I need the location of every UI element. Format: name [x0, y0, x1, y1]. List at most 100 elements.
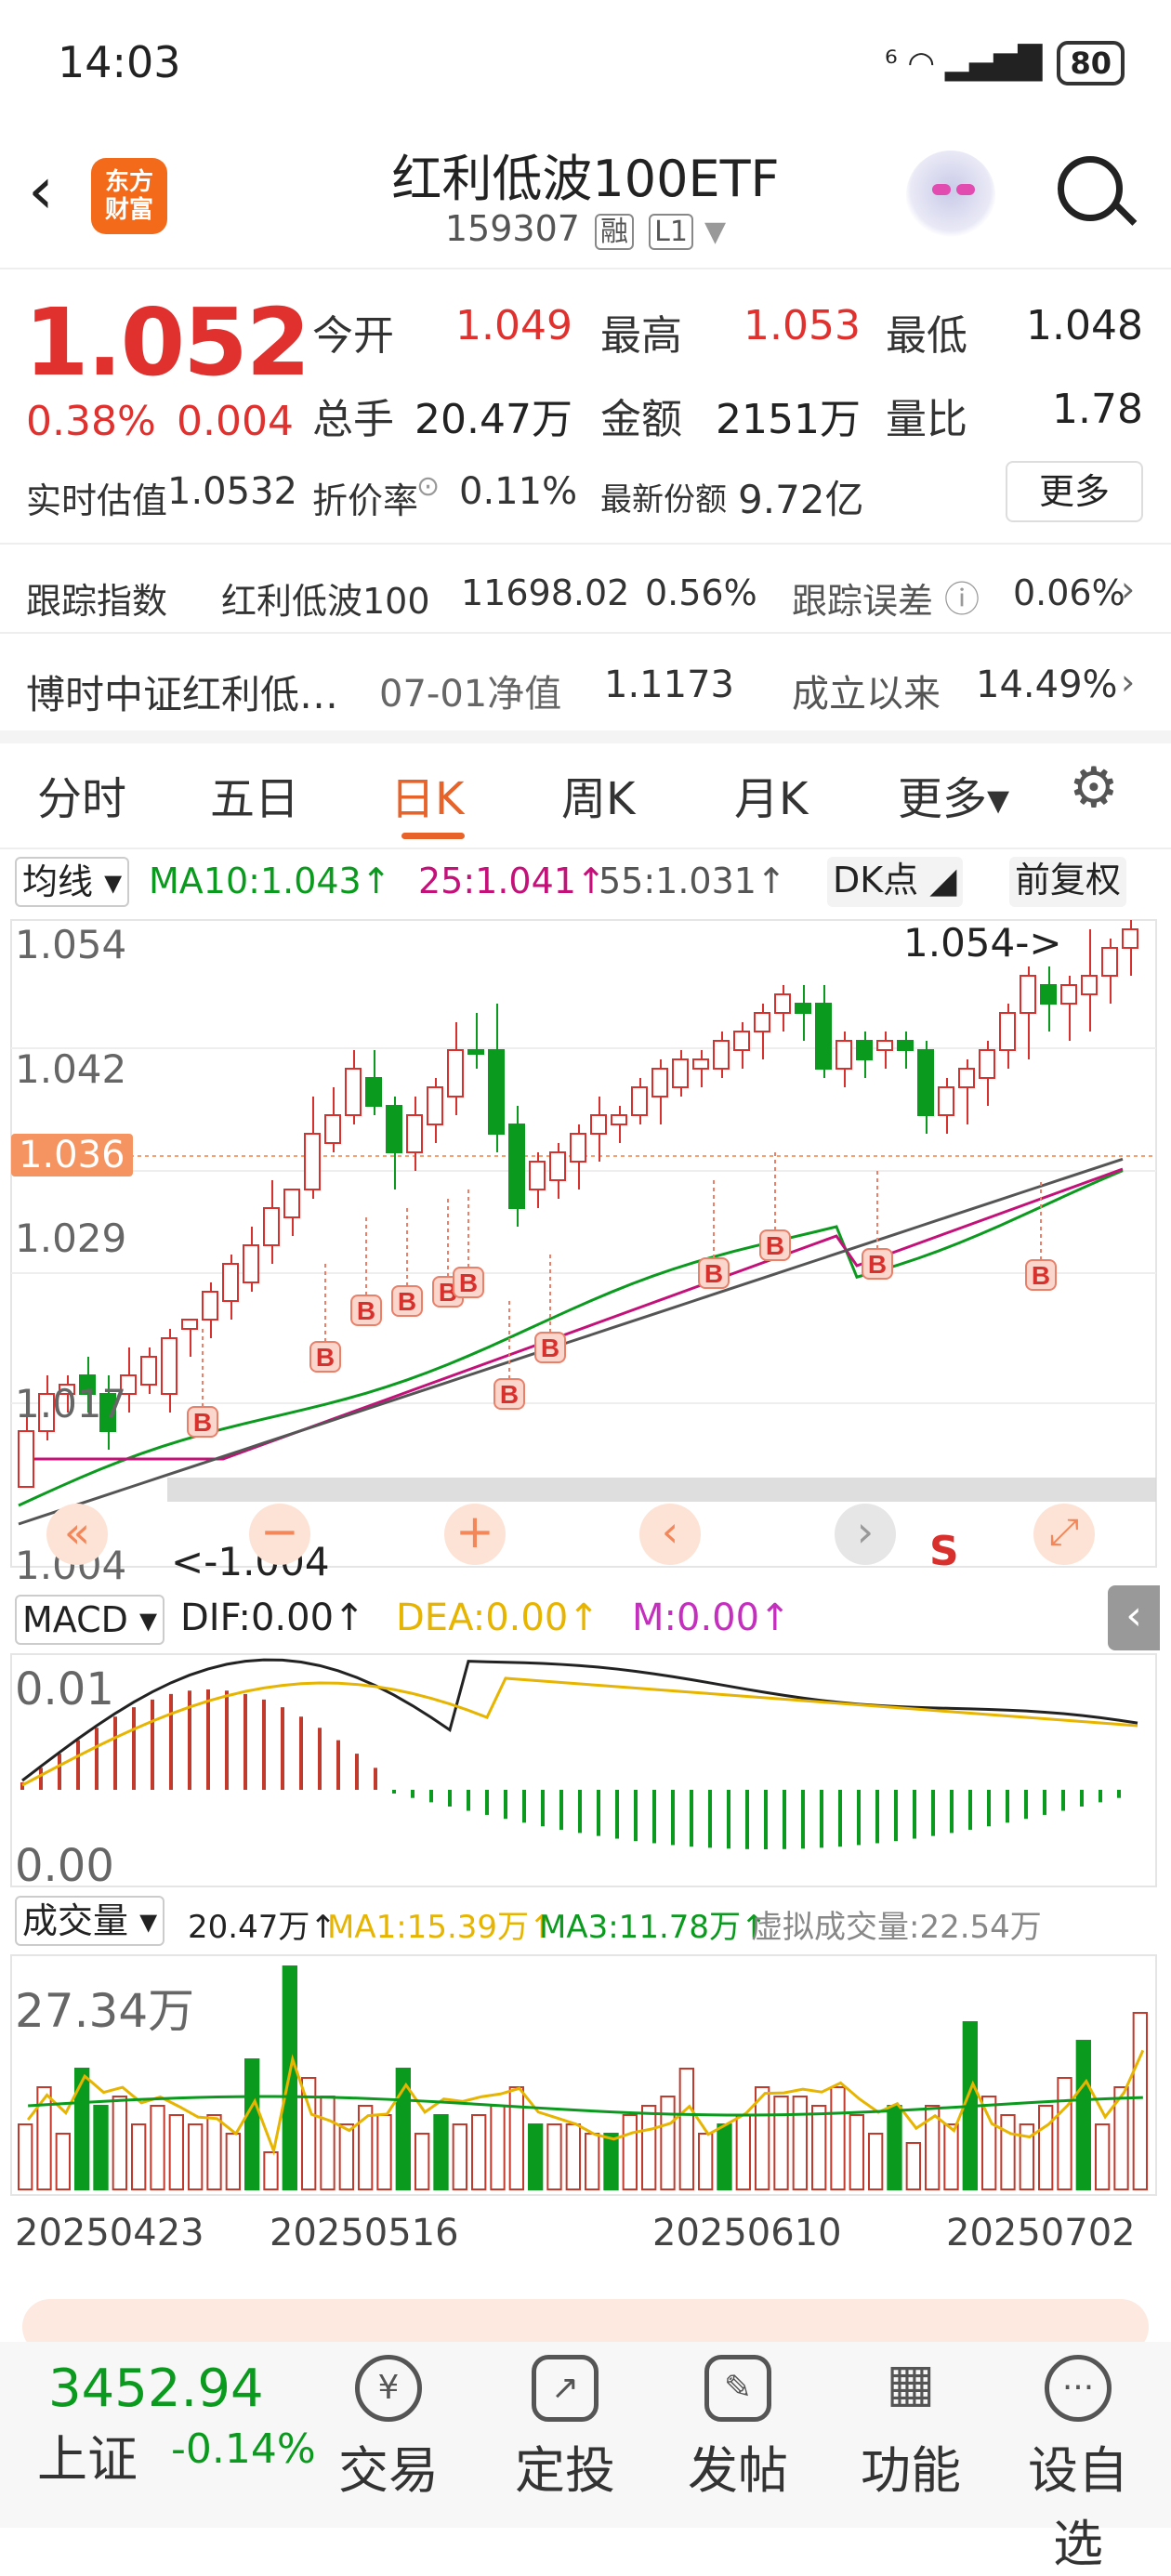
y-tick-label: 1.042 — [15, 1046, 127, 1092]
volume-bar — [131, 2123, 147, 2190]
sell-marker: S — [929, 1528, 959, 1575]
candle-body — [1020, 975, 1036, 1014]
volume-bar — [338, 2123, 354, 2190]
tab-daily-k[interactable]: 日K — [390, 762, 464, 827]
volume-label: 总手 — [312, 396, 394, 443]
candle-body — [590, 1114, 607, 1135]
buy-marker-label: B — [766, 1231, 784, 1260]
dk-point-button[interactable]: DK点 ◢ — [827, 857, 963, 907]
tab-five-day[interactable]: 五日 — [210, 762, 299, 827]
change-value: 0.004 — [177, 398, 294, 445]
amount-label: 金额 — [600, 396, 682, 443]
tracking-error-label: 跟踪误差 — [792, 581, 934, 622]
info-icon[interactable]: ⊙ — [416, 470, 440, 503]
adjust-button[interactable]: 前复权 — [1009, 857, 1127, 907]
fast-back-icon[interactable]: « — [46, 1504, 108, 1565]
active-tab-indicator — [401, 833, 465, 839]
zoom-in-icon[interactable]: + — [444, 1504, 506, 1565]
scroll-bar[interactable] — [167, 1478, 1156, 1502]
candle-body — [958, 1068, 975, 1088]
chevron-right-icon[interactable]: › — [1121, 662, 1135, 703]
buy-marker-label: B — [500, 1380, 519, 1409]
ratio-label: 量比 — [886, 396, 967, 443]
volume-bar — [698, 2133, 714, 2190]
volume-bar — [792, 2096, 809, 2190]
candle-body — [672, 1058, 689, 1088]
function-icon: ▦ — [886, 2353, 936, 2413]
candle-body — [140, 1356, 157, 1386]
search-icon[interactable] — [1058, 156, 1123, 221]
collapse-icon[interactable]: ‹ — [1108, 1585, 1160, 1650]
prev-icon[interactable]: ‹ — [639, 1504, 701, 1565]
volume-bar — [168, 2114, 185, 2190]
volume-bar — [1132, 2012, 1148, 2190]
signal-icon: ⁶ ◠ ▂▄▆█ — [884, 45, 1043, 82]
candle-body — [876, 1040, 893, 1051]
volume-bar — [206, 2114, 222, 2190]
volume-bar — [471, 2114, 487, 2190]
volume-bar — [905, 2142, 922, 2190]
nav-invest[interactable]: ↗ 定投 — [491, 2342, 639, 2503]
volume-ma3: MA3:11.78万↑ — [539, 1909, 768, 1946]
candle-body — [447, 1049, 464, 1097]
fund-code[interactable]: 159307 融 L1 ▼ — [0, 208, 1171, 250]
ma55-value: 55:1.031↑ — [599, 861, 786, 901]
index-value[interactable]: 3452.94 — [48, 2359, 264, 2419]
volume-bar — [546, 2123, 562, 2190]
candle-body — [161, 1337, 178, 1395]
since-label: 成立以来 — [792, 673, 941, 716]
candle-body — [1040, 984, 1057, 1005]
tab-weekly-k[interactable]: 周K — [561, 762, 635, 827]
chevron-right-icon[interactable]: › — [1121, 569, 1135, 610]
zoom-out-icon[interactable]: − — [249, 1504, 310, 1565]
watchlist-icon: ··· — [1045, 2355, 1112, 2422]
current-price-marker: 1.036 — [11, 1134, 133, 1176]
tab-intraday[interactable]: 分时 — [37, 762, 126, 827]
candle-body — [365, 1077, 382, 1107]
nav-post[interactable]: ✎ 发帖 — [664, 2342, 812, 2503]
since-value: 14.49% — [976, 664, 1118, 706]
volume-bar — [565, 2123, 582, 2190]
candle-body — [222, 1263, 239, 1302]
candle-body — [202, 1291, 218, 1321]
volume-ma1: MA1:15.39万↑ — [327, 1909, 556, 1946]
candle-body — [979, 1049, 995, 1079]
macd-chart[interactable] — [0, 1650, 1171, 1892]
help-icon[interactable]: ⓘ — [944, 571, 980, 622]
next-icon[interactable]: › — [835, 1504, 896, 1565]
gear-icon[interactable]: ⚙ — [1069, 760, 1119, 816]
candle-body — [897, 1040, 914, 1051]
nav-trade[interactable]: ¥ 交易 — [314, 2342, 463, 2503]
macd-select[interactable]: MACD ▾ — [15, 1595, 165, 1645]
trade-icon: ¥ — [355, 2355, 422, 2422]
nav-function[interactable]: ▦ 功能 — [836, 2342, 985, 2503]
tab-monthly-k[interactable]: 月K — [734, 762, 808, 827]
tab-more[interactable]: 更多▾ — [898, 762, 1009, 827]
high-label: 最高 — [600, 312, 682, 360]
status-bar: 14:03 ⁶ ◠ ▂▄▆█ 80 — [0, 0, 1171, 130]
candle-body — [1081, 975, 1098, 995]
buy-marker-label: B — [193, 1408, 212, 1437]
nav-watchlist[interactable]: ··· 设自选 — [1004, 2342, 1152, 2576]
tracking-index-pct: 0.56% — [645, 572, 757, 613]
open-value: 1.049 — [455, 302, 572, 349]
assistant-avatar[interactable] — [906, 151, 995, 240]
virtual-volume: 虚拟成交量:22.54万 — [751, 1909, 1042, 1946]
volume-bar — [433, 2114, 449, 2190]
low-value: 1.048 — [1026, 302, 1143, 349]
kline-chart[interactable]: BBB B B BBBBBB B — [0, 911, 1171, 1580]
more-button[interactable]: 更多 — [1006, 461, 1143, 522]
volume-select[interactable]: 成交量 ▾ — [15, 1896, 165, 1946]
fund-code-text: 159307 — [444, 208, 580, 249]
candle-body — [795, 1003, 811, 1014]
shares-label: 最新份额 — [600, 481, 727, 519]
volume-bar — [320, 2096, 336, 2190]
volume-bar — [508, 2086, 525, 2190]
ma-select[interactable]: 均线 ▾ — [15, 857, 130, 907]
date-label: 20250702 — [946, 2212, 1136, 2254]
index-name[interactable]: 上证 — [37, 2418, 138, 2491]
divider — [0, 268, 1171, 269]
fund-name[interactable]: 博时中证红利低… — [26, 664, 338, 720]
fullscreen-icon[interactable]: ⤢ — [1033, 1504, 1095, 1565]
tracking-index-name[interactable]: 红利低波100 — [221, 572, 430, 624]
